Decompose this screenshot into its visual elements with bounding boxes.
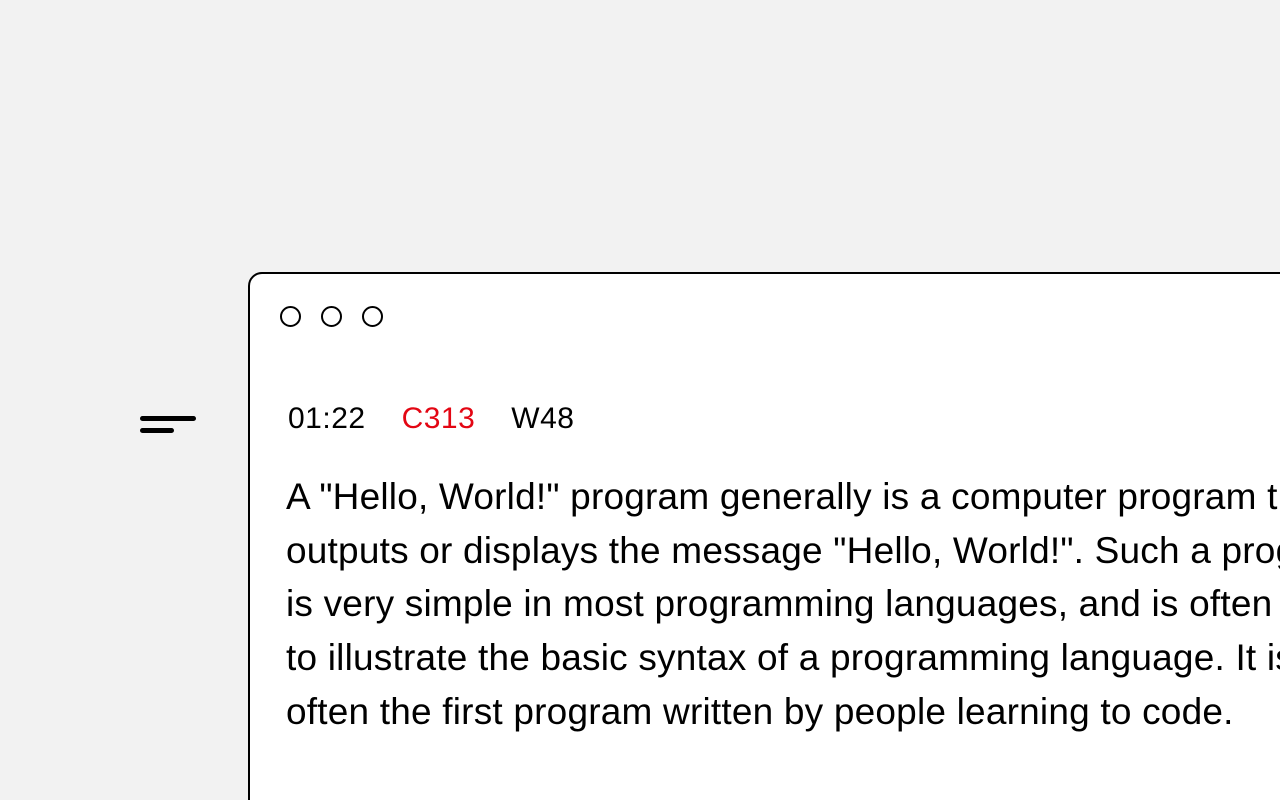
stat-time: 01:22 xyxy=(288,402,366,436)
window-controls xyxy=(280,306,383,327)
stat-words: W48 xyxy=(511,402,574,436)
stat-chars: C313 xyxy=(402,402,476,436)
menu-icon[interactable] xyxy=(140,416,196,434)
stats-bar: 01:22 C313 W48 xyxy=(288,402,574,436)
editor-body[interactable]: A "Hello, World!" program generally is a… xyxy=(286,470,1280,738)
app-window: 01:22 C313 W48 A "Hello, World!" program… xyxy=(248,272,1280,800)
window-maximize-button[interactable] xyxy=(362,306,383,327)
window-close-button[interactable] xyxy=(280,306,301,327)
window-minimize-button[interactable] xyxy=(321,306,342,327)
